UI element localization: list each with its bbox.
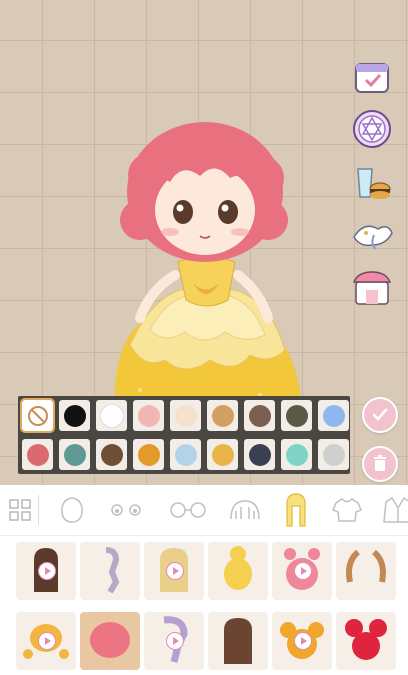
delete-button[interactable]: [362, 446, 398, 482]
no-color-icon: [27, 405, 48, 426]
glasses-icon: [170, 502, 206, 518]
shirt-icon: [332, 498, 362, 522]
hair-item-long-straight-hair[interactable]: [16, 542, 76, 600]
category-jacket[interactable]: [378, 490, 408, 530]
swatch-color-dot: [137, 443, 160, 466]
swatch-color-dot: [248, 443, 271, 466]
magic-circle-button[interactable]: [350, 109, 394, 149]
hair-item-brown-long-hair[interactable]: [208, 612, 268, 670]
color-swatch[interactable]: [22, 439, 53, 470]
video-unlock-icon: [166, 632, 184, 650]
color-swatch[interactable]: [244, 439, 275, 470]
hair-item-twin-tails-hair[interactable]: [336, 542, 396, 600]
color-swatch[interactable]: [170, 439, 201, 470]
hair-thumbnail: [224, 618, 252, 664]
video-unlock-icon: [294, 562, 312, 580]
pet-button[interactable]: [350, 214, 394, 254]
swatch-color-dot: [174, 443, 197, 466]
hair-item-bun-hair[interactable]: [208, 542, 268, 600]
color-swatch[interactable]: [59, 400, 90, 431]
confirm-button[interactable]: [362, 397, 398, 433]
hair-thumbnail: [346, 549, 386, 583]
swatch-color-dot: [63, 404, 86, 427]
magic-circle-icon: [353, 110, 391, 148]
hair-item-pink-pigtail-buns[interactable]: [272, 542, 332, 600]
color-swatch[interactable]: [318, 439, 349, 470]
hair-item-purple-braid-hair[interactable]: [144, 612, 204, 670]
pet-icon: [353, 225, 393, 250]
video-unlock-icon: [38, 562, 56, 580]
check-icon: [372, 408, 388, 421]
food-button[interactable]: [350, 162, 394, 202]
color-swatch[interactable]: [170, 400, 201, 431]
swatch-color-dot: [174, 404, 197, 427]
swatch-color-dot: [137, 404, 160, 427]
hair-thumbnail: [90, 622, 130, 658]
category-back-hair[interactable]: [225, 490, 265, 530]
color-swatch[interactable]: [20, 398, 55, 433]
hair-item-red-double-bun-hair[interactable]: [336, 612, 396, 670]
color-swatch[interactable]: [133, 400, 164, 431]
swatch-color-dot: [99, 403, 124, 428]
color-swatch[interactable]: [281, 400, 312, 431]
back-hair-icon: [230, 500, 260, 520]
hair-icon: [286, 493, 306, 527]
category-bar: [0, 485, 408, 536]
body-icon: [61, 497, 83, 523]
shop-icon: [352, 271, 392, 305]
swatch-color-dot: [211, 443, 234, 466]
shop-button[interactable]: [350, 268, 394, 308]
jacket-icon: [383, 496, 408, 523]
hair-thumbnail: [345, 619, 387, 660]
color-swatch[interactable]: [318, 400, 349, 431]
hair-item-pink-short-curly-hair[interactable]: [80, 612, 140, 670]
hair-item-curly-pigtails-hair[interactable]: [16, 612, 76, 670]
hair-item-grid: [0, 536, 408, 675]
color-palette: [18, 396, 350, 474]
category-shirt[interactable]: [327, 490, 367, 530]
grid-icon: [9, 499, 31, 521]
color-swatch[interactable]: [133, 439, 164, 470]
color-swatch[interactable]: [207, 400, 238, 431]
color-swatch[interactable]: [96, 439, 127, 470]
eyes-icon: [111, 504, 141, 516]
color-swatch[interactable]: [244, 400, 275, 431]
trash-icon: [374, 455, 386, 471]
category-grid[interactable]: [0, 490, 40, 530]
color-swatch[interactable]: [96, 400, 127, 431]
category-eyes[interactable]: [106, 490, 146, 530]
palette-row-1: [20, 398, 349, 433]
palette-row-2: [22, 439, 349, 470]
calendar-icon: [355, 63, 389, 93]
swatch-color-dot: [100, 443, 123, 466]
video-unlock-icon: [38, 632, 56, 650]
food-icon: [357, 168, 391, 199]
category-body[interactable]: [52, 490, 92, 530]
hair-item-side-braid-hair[interactable]: [80, 542, 140, 600]
hair-item-double-bun-hair[interactable]: [272, 612, 332, 670]
swatch-color-dot: [63, 443, 86, 466]
swatch-color-dot: [26, 443, 49, 466]
video-unlock-icon: [166, 562, 184, 580]
calendar-button[interactable]: [350, 56, 394, 96]
hair-thumbnail: [105, 547, 120, 594]
swatch-color-dot: [322, 404, 345, 427]
video-unlock-icon: [294, 632, 312, 650]
color-swatch[interactable]: [207, 439, 238, 470]
swatch-color-dot: [211, 404, 234, 427]
divider: [38, 495, 39, 525]
swatch-color-dot: [285, 443, 308, 466]
swatch-color-dot: [322, 443, 345, 466]
category-glasses[interactable]: [168, 490, 208, 530]
swatch-color-dot: [285, 404, 308, 427]
category-hair[interactable]: [276, 490, 316, 530]
swatch-color-dot: [248, 404, 271, 427]
color-swatch[interactable]: [59, 439, 90, 470]
color-swatch[interactable]: [281, 439, 312, 470]
hair-thumbnail: [224, 546, 252, 590]
hair-item-blonde-long-hair[interactable]: [144, 542, 204, 600]
